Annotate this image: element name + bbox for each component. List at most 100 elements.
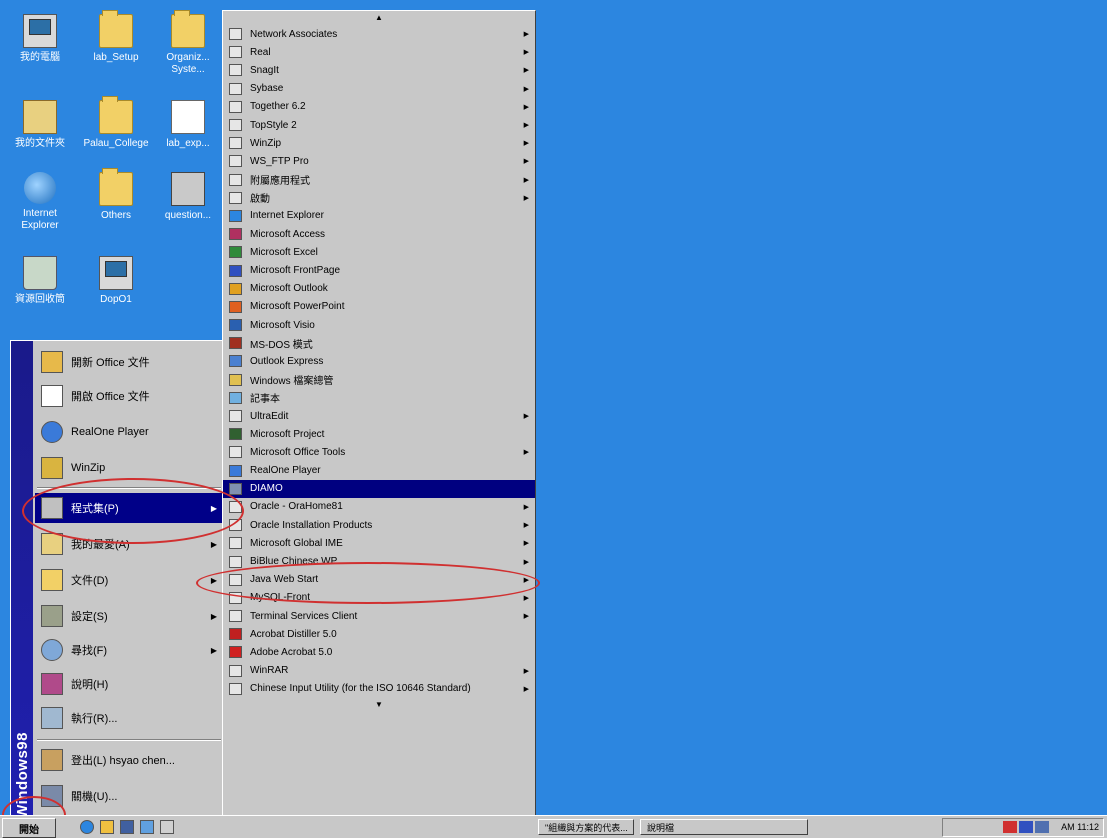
submenu-arrow-icon: ▶ <box>210 611 217 621</box>
submenu-arrow-icon: ▶ <box>523 85 529 93</box>
programs-item-0[interactable]: Network Associates ▶ <box>223 25 535 43</box>
desktop-icon-internet-explorer[interactable]: Internet Explorer <box>4 172 76 232</box>
notepad-icon <box>229 391 242 404</box>
find-icon <box>41 639 63 661</box>
desktop-icon-lab-exp[interactable]: lab_exp... <box>156 100 220 150</box>
programs-item-23[interactable]: Microsoft Office Tools ▶ <box>223 443 535 461</box>
taskbar-button-organization[interactable]: "組織與方案的代表... <box>538 819 634 835</box>
start-item-documents[interactable]: 文件(D) ▶ <box>35 565 223 595</box>
start-item-open-office-doc[interactable]: 開啟 Office 文件 <box>35 381 223 411</box>
programs-item-1[interactable]: Real ▶ <box>223 43 535 61</box>
desktop-icon-question[interactable]: question... <box>156 172 220 222</box>
quicklaunch-outlook-icon[interactable] <box>100 820 114 834</box>
desktop-icon-others[interactable]: Others <box>80 168 152 222</box>
programs-item-11[interactable]: Microsoft Access <box>223 225 535 243</box>
programs-item-24[interactable]: RealOne Player <box>223 462 535 480</box>
programs-item-9[interactable]: 啟動 ▶ <box>223 189 535 207</box>
tray-ime-icon[interactable] <box>1019 821 1033 833</box>
quicklaunch-channels-icon[interactable] <box>140 820 154 834</box>
programs-item-26[interactable]: Oracle - OraHome81 ▶ <box>223 498 535 516</box>
programs-item-27[interactable]: Oracle Installation Products ▶ <box>223 516 535 534</box>
quicklaunch-ie-icon[interactable] <box>80 820 94 834</box>
programs-item-label: Oracle - OraHome81 <box>250 501 343 513</box>
programs-item-19[interactable]: Windows 檔案總管 <box>223 371 535 389</box>
programs-item-2[interactable]: SnagIt ▶ <box>223 61 535 79</box>
programs-item-label: Windows 檔案總管 <box>250 376 334 388</box>
programs-item-12[interactable]: Microsoft Excel <box>223 243 535 261</box>
program-group-icon <box>229 173 242 186</box>
programs-item-label: Microsoft Global IME <box>250 537 343 549</box>
programs-item-28[interactable]: Microsoft Global IME ▶ <box>223 534 535 552</box>
submenu-arrow-icon: ▶ <box>523 540 529 548</box>
ie-icon <box>229 209 242 222</box>
programs-item-5[interactable]: TopStyle 2 ▶ <box>223 116 535 134</box>
programs-item-6[interactable]: WinZip ▶ <box>223 134 535 152</box>
programs-item-3[interactable]: Sybase ▶ <box>223 80 535 98</box>
computer-icon <box>23 14 57 48</box>
submenu-arrow-icon: ▶ <box>523 613 529 621</box>
start-item-settings[interactable]: 設定(S) ▶ <box>35 601 223 631</box>
project-icon <box>229 428 242 441</box>
desktop-icon-palau-college[interactable]: Palau_College <box>80 96 152 150</box>
start-item-realone[interactable]: RealOne Player <box>35 417 223 447</box>
programs-item-label: Sybase <box>250 83 284 95</box>
start-item-find[interactable]: 尋找(F) ▶ <box>35 635 223 665</box>
start-button[interactable]: 開始 <box>2 818 56 838</box>
start-item-new-office-doc[interactable]: 開新 Office 文件 <box>35 347 223 377</box>
programs-item-7[interactable]: WS_FTP Pro ▶ <box>223 152 535 170</box>
programs-item-label: 啟動 <box>250 194 270 206</box>
submenu-scroll-up-icon[interactable]: ▲ <box>223 11 535 25</box>
programs-item-label: Internet Explorer <box>250 210 324 222</box>
outlook-express-icon <box>229 355 242 368</box>
my-documents-icon <box>23 100 57 134</box>
programs-item-15[interactable]: Microsoft PowerPoint <box>223 298 535 316</box>
programs-item-17[interactable]: MS-DOS 模式 <box>223 334 535 352</box>
program-group-icon <box>229 100 242 113</box>
programs-item-34[interactable]: Adobe Acrobat 5.0 <box>223 643 535 661</box>
quicklaunch-desktop-icon[interactable] <box>120 820 134 834</box>
programs-item-14[interactable]: Microsoft Outlook <box>223 280 535 298</box>
desktop-icon-my-documents[interactable]: 我的文件夾 <box>4 100 76 150</box>
programs-item-label: Real <box>250 46 271 58</box>
submenu-scroll-down-icon[interactable]: ▼ <box>223 698 535 712</box>
recycle-bin-icon <box>23 256 57 290</box>
programs-item-13[interactable]: Microsoft FrontPage <box>223 261 535 279</box>
start-item-run[interactable]: 執行(R)... <box>35 703 223 733</box>
tray-antivirus-icon[interactable] <box>1003 821 1017 833</box>
taskbar-button-help[interactable]: 說明檔 <box>640 819 808 835</box>
programs-item-4[interactable]: Together 6.2 ▶ <box>223 98 535 116</box>
desktop-icon-my-computer[interactable]: 我的電腦 <box>4 14 76 64</box>
programs-item-36[interactable]: Chinese Input Utility (for the ISO 10646… <box>223 680 535 698</box>
desktop-icon-recycle-bin[interactable]: 資源回收筒 <box>4 256 76 306</box>
programs-item-20[interactable]: 記事本 <box>223 389 535 407</box>
programs-item-25[interactable]: DIAMO <box>223 479 535 498</box>
programs-item-35[interactable]: WinRAR ▶ <box>223 662 535 680</box>
programs-item-10[interactable]: Internet Explorer <box>223 207 535 225</box>
programs-item-32[interactable]: Terminal Services Client ▶ <box>223 607 535 625</box>
msdos-icon <box>229 337 242 350</box>
start-item-help[interactable]: 說明(H) <box>35 669 223 699</box>
programs-item-22[interactable]: Microsoft Project <box>223 425 535 443</box>
app-icon <box>171 172 205 206</box>
programs-item-label: 附屬應用程式 <box>250 176 310 188</box>
programs-item-18[interactable]: Outlook Express <box>223 352 535 370</box>
submenu-arrow-icon: ▶ <box>523 449 529 457</box>
quicklaunch-app-icon[interactable] <box>160 820 174 834</box>
start-item-logoff[interactable]: 登出(L) hsyao chen... <box>35 745 223 775</box>
tray-network-icon[interactable] <box>1035 821 1049 833</box>
document-icon <box>171 100 205 134</box>
programs-item-label: MS-DOS 模式 <box>250 339 313 351</box>
frontpage-icon <box>229 264 242 277</box>
desktop-icon-lab-setup[interactable]: lab_Setup <box>80 10 152 64</box>
programs-item-8[interactable]: 附屬應用程式 ▶ <box>223 171 535 189</box>
programs-item-33[interactable]: Acrobat Distiller 5.0 <box>223 625 535 643</box>
programs-item-label: Microsoft Access <box>250 228 326 240</box>
access-icon <box>229 228 242 241</box>
programs-item-16[interactable]: Microsoft Visio <box>223 316 535 334</box>
submenu-arrow-icon: ▶ <box>523 31 529 39</box>
desktop-icon-dopo1[interactable]: DopO1 <box>80 256 152 306</box>
favorites-icon <box>41 533 63 555</box>
programs-item-label: Microsoft Office Tools <box>250 446 346 458</box>
desktop-icon-organiz[interactable]: Organiz... Syste... <box>156 10 220 76</box>
programs-item-21[interactable]: UltraEdit ▶ <box>223 407 535 425</box>
